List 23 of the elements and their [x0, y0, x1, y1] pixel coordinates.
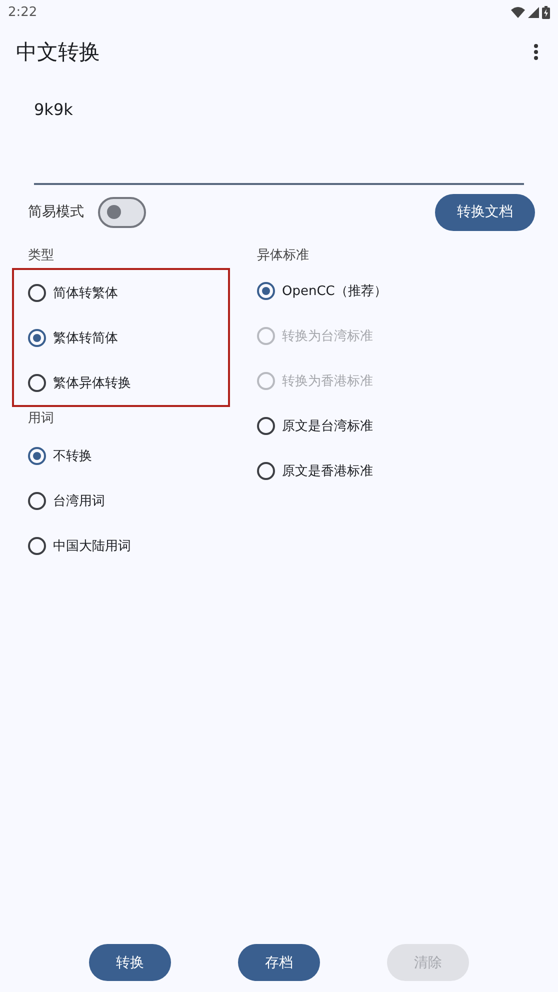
status-time: 2:22 [8, 4, 38, 20]
radio-option[interactable]: 台湾用词 [28, 478, 228, 523]
radio-option[interactable]: 中国大陆用词 [28, 523, 228, 568]
signal-icon [528, 6, 539, 18]
radio-option[interactable]: 繁体异体转换 [28, 360, 228, 405]
section-label: 类型 [28, 247, 55, 265]
section-label: 异体标准 [257, 247, 310, 265]
text-input-field[interactable]: 9k9k [34, 92, 524, 185]
radio-option[interactable]: 原文是台湾标准 [257, 403, 457, 448]
radio-option[interactable]: 不转换 [28, 433, 228, 478]
app-title: 中文转换 [16, 39, 100, 66]
simple-mode-label: 简易模式 [28, 203, 84, 221]
radio-option[interactable]: OpenCC（推荐） [257, 268, 457, 313]
simple-mode-switch[interactable] [98, 196, 146, 228]
radio-option[interactable]: 简体转繁体 [28, 270, 228, 315]
convert-button[interactable]: 转换 [89, 944, 171, 981]
section-label: 用词 [28, 410, 55, 428]
save-button[interactable]: 存档 [238, 944, 320, 981]
convert-document-button[interactable]: 转换文档 [435, 194, 535, 230]
wifi-icon [511, 6, 525, 18]
battery-icon [542, 6, 550, 18]
radio-option[interactable]: 原文是香港标准 [257, 448, 457, 493]
radio-option[interactable]: 繁体转简体 [28, 315, 228, 360]
